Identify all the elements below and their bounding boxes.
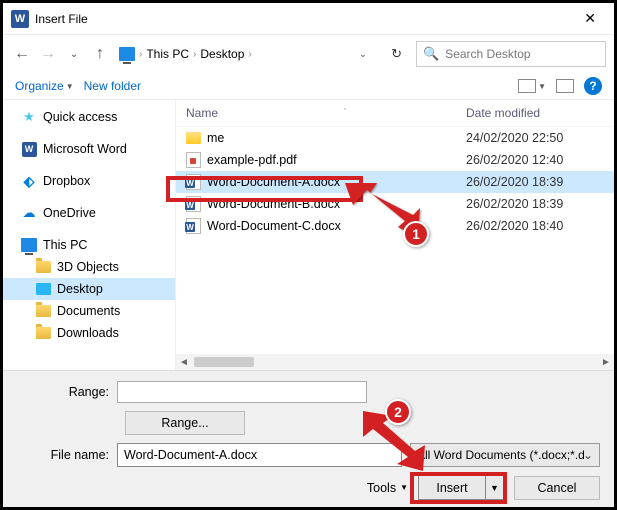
nav-documents[interactable]: Documents [3, 300, 175, 322]
filename-input[interactable] [117, 443, 402, 467]
nav-quick-access[interactable]: ★Quick access [3, 106, 175, 128]
pdf-icon [186, 152, 201, 168]
tools-dropdown[interactable]: Tools ▼ [367, 481, 408, 495]
insert-dropdown-icon[interactable]: ▼ [486, 475, 504, 500]
file-row[interactable]: Word-Document-C.docx 26/02/2020 18:40 [176, 215, 614, 237]
refresh-icon[interactable]: ↻ [381, 46, 412, 62]
column-date-header[interactable]: Date modified [466, 106, 606, 120]
star-icon: ★ [21, 109, 37, 125]
address-dropdown-icon[interactable]: ⌄ [349, 49, 377, 60]
pc-icon [119, 47, 135, 61]
chevron-down-icon: ▼ [66, 82, 74, 91]
search-placeholder: Search Desktop [445, 47, 530, 61]
annotation-badge-2: 2 [385, 399, 411, 425]
nav-downloads[interactable]: Downloads [3, 322, 175, 344]
nav-recent-icon[interactable]: ⌄ [63, 49, 85, 60]
file-date: 24/02/2020 22:50 [466, 131, 606, 145]
word-app-icon: W [11, 10, 29, 28]
view-mode-button[interactable]: ▼ [518, 79, 546, 93]
cloud-icon: ☁ [21, 205, 37, 221]
file-name: Word-Document-A.docx [207, 175, 340, 189]
file-name: me [207, 131, 224, 145]
file-row[interactable]: Word-Document-B.docx 26/02/2020 18:39 [176, 193, 614, 215]
nav-this-pc[interactable]: This PC [3, 234, 175, 256]
body-split: ★Quick access WMicrosoft Word ⬖Dropbox ☁… [3, 100, 614, 370]
insert-button[interactable]: Insert [418, 475, 486, 500]
file-name: Word-Document-C.docx [207, 219, 341, 233]
nav-microsoft-word[interactable]: WMicrosoft Word [3, 138, 175, 160]
scroll-right-icon[interactable]: ► [598, 357, 614, 368]
file-date: 26/02/2020 18:39 [466, 197, 606, 211]
search-input[interactable]: 🔍 Search Desktop [416, 41, 606, 67]
file-date: 26/02/2020 12:40 [466, 153, 606, 167]
address-bar-row: ← → ⌄ ↑ › This PC › Desktop › ⌄ ↻ 🔍 Sear… [3, 35, 614, 73]
bottom-panel: Range: Range... File name: All Word Docu… [3, 370, 614, 510]
nav-dropbox[interactable]: ⬖Dropbox [3, 170, 175, 192]
view-icon [518, 79, 536, 93]
new-folder-button[interactable]: New folder [84, 79, 141, 93]
nav-3d-objects[interactable]: 3D Objects [3, 256, 175, 278]
toolbar: Organize▼ New folder ▼ ? [3, 73, 614, 100]
file-row[interactable]: example-pdf.pdf 26/02/2020 12:40 [176, 149, 614, 171]
range-button[interactable]: Range... [125, 411, 245, 435]
dropbox-icon: ⬖ [21, 173, 37, 189]
column-name-header[interactable]: Name ＾ [186, 106, 466, 120]
file-date: 26/02/2020 18:40 [466, 219, 606, 233]
pc-icon [21, 237, 37, 253]
file-row[interactable]: me 24/02/2020 22:50 [176, 127, 614, 149]
help-icon[interactable]: ? [584, 77, 602, 95]
insert-file-dialog: W Insert File ✕ ← → ⌄ ↑ › This PC › Desk… [0, 0, 617, 510]
range-label: Range: [17, 385, 117, 399]
folder-icon [35, 325, 51, 341]
annotation-badge-1: 1 [403, 221, 429, 247]
file-row[interactable]: Word-Document-A.docx 26/02/2020 18:39 [176, 171, 614, 193]
file-date: 26/02/2020 18:39 [466, 175, 606, 189]
docx-icon [186, 174, 201, 190]
range-input[interactable] [117, 381, 367, 403]
horizontal-scrollbar[interactable]: ◄ ► [176, 354, 614, 370]
file-name: Word-Document-B.docx [207, 197, 340, 211]
word-icon: W [21, 141, 37, 157]
docx-icon [186, 196, 201, 212]
desktop-icon [35, 281, 51, 297]
preview-pane-button[interactable] [556, 79, 574, 93]
chevron-right-icon: › [191, 49, 198, 60]
folder-icon [186, 132, 201, 144]
list-header: Name ＾ Date modified [176, 100, 614, 127]
breadcrumb[interactable]: › This PC › Desktop › [115, 45, 258, 63]
nav-forward-icon[interactable]: → [37, 45, 59, 63]
navigation-pane: ★Quick access WMicrosoft Word ⬖Dropbox ☁… [3, 100, 175, 370]
nav-desktop[interactable]: Desktop [3, 278, 175, 300]
file-name: example-pdf.pdf [207, 153, 297, 167]
file-list-pane: Name ＾ Date modified me 24/02/2020 22:50 e… [175, 100, 614, 370]
cancel-button[interactable]: Cancel [514, 476, 600, 500]
organize-button[interactable]: Organize▼ [15, 79, 74, 93]
breadcrumb-folder[interactable]: Desktop [200, 47, 244, 61]
scroll-left-icon[interactable]: ◄ [176, 357, 192, 368]
chevron-right-icon: › [246, 49, 253, 60]
close-icon[interactable]: ✕ [574, 6, 606, 31]
window-title: Insert File [35, 12, 88, 26]
docx-icon [186, 218, 201, 234]
chevron-down-icon: ▼ [400, 483, 408, 492]
nav-back-icon[interactable]: ← [11, 45, 33, 63]
titlebar: W Insert File ✕ [3, 3, 614, 35]
chevron-right-icon: › [137, 49, 144, 60]
folder-icon [35, 259, 51, 275]
nav-up-icon[interactable]: ↑ [89, 45, 111, 63]
search-icon: 🔍 [423, 46, 439, 62]
folder-icon [35, 303, 51, 319]
sort-caret-icon: ＾ [341, 107, 350, 120]
filetype-dropdown[interactable]: All Word Documents (*.docx;*.d [410, 443, 600, 467]
breadcrumb-root[interactable]: This PC [146, 47, 189, 61]
filename-label: File name: [17, 448, 117, 462]
scroll-thumb[interactable] [194, 357, 254, 367]
insert-split-button[interactable]: Insert ▼ [418, 475, 504, 500]
nav-onedrive[interactable]: ☁OneDrive [3, 202, 175, 224]
